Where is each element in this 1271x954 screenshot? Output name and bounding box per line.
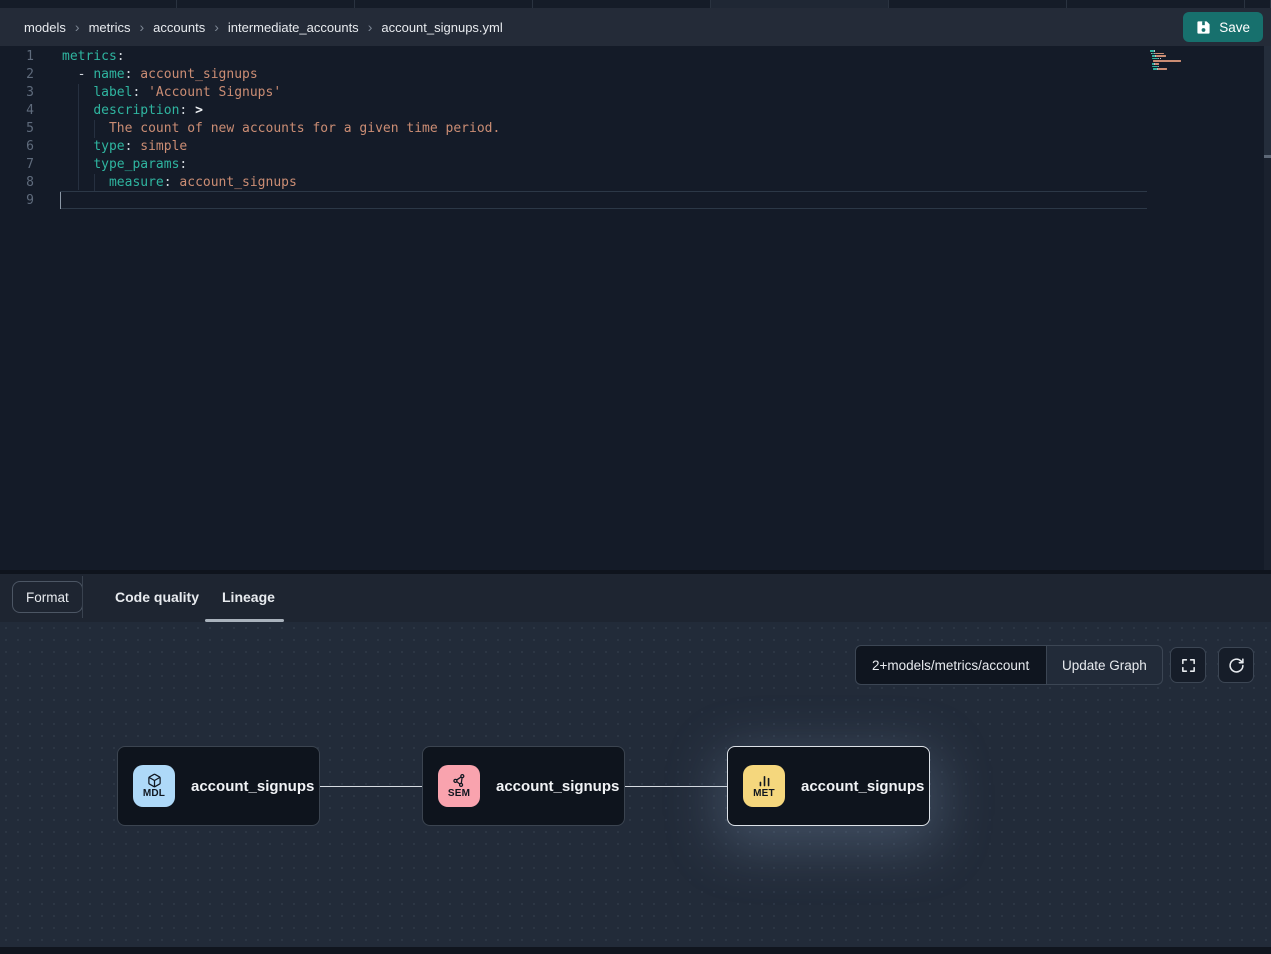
- update-graph-button[interactable]: Update Graph: [1047, 645, 1163, 685]
- refresh-icon: [1228, 657, 1245, 674]
- lineage-edge: [320, 786, 422, 787]
- node-label: account_signups: [496, 778, 619, 795]
- semantic-network-icon: [452, 773, 467, 788]
- lineage-node-sem[interactable]: SEM account_signups: [422, 746, 625, 826]
- lineage-node-mdl[interactable]: MDL account_signups: [117, 746, 320, 826]
- ide-root: models › metrics › accounts › intermediate_acc…: [0, 0, 1271, 954]
- code-editor[interactable]: 123456789 metrics: - name: account_signu…: [0, 46, 1271, 570]
- line-number-gutter: 123456789: [0, 48, 34, 210]
- breadcrumb-item[interactable]: models: [24, 20, 66, 35]
- breadcrumb-item[interactable]: metrics: [89, 20, 131, 35]
- code-line: - name: account_signups: [62, 66, 1147, 84]
- lineage-canvas[interactable]: Update Graph MDL account_signups SEM accoun…: [0, 622, 1271, 954]
- line-number: 4: [0, 102, 34, 120]
- fullscreen-icon: [1180, 657, 1197, 674]
- badge-label: MDL: [143, 788, 165, 800]
- lineage-edge: [625, 786, 727, 787]
- save-label: Save: [1219, 20, 1250, 35]
- editor-tab[interactable]: [355, 0, 533, 8]
- bar-chart-icon: [757, 773, 772, 788]
- line-number: 3: [0, 84, 34, 102]
- panel-header: Format Code quality Lineage: [0, 574, 1271, 622]
- tab-code-quality[interactable]: Code quality: [115, 574, 199, 620]
- line-number: 9: [0, 192, 34, 210]
- met-badge: MET: [743, 765, 785, 807]
- save-icon: [1196, 20, 1211, 35]
- editor-scrollbar[interactable]: [1264, 46, 1271, 570]
- current-line-highlight: [60, 191, 1147, 209]
- tab-lineage[interactable]: Lineage: [222, 574, 275, 620]
- breadcrumb-separator-icon: ›: [75, 19, 80, 35]
- cube-icon: [147, 773, 162, 788]
- line-number: 5: [0, 120, 34, 138]
- node-label: account_signups: [191, 778, 314, 795]
- code-line: measure: account_signups: [62, 174, 1147, 192]
- breadcrumb-item[interactable]: account_signups.yml: [381, 20, 502, 35]
- header-divider: [82, 576, 83, 618]
- code-line: label: 'Account Signups': [62, 84, 1147, 102]
- minimap[interactable]: [1150, 50, 1216, 73]
- badge-label: MET: [753, 788, 775, 800]
- code-line: description: >: [62, 102, 1147, 120]
- editor-tab[interactable]: [711, 0, 889, 8]
- code-line: The count of new accounts for a given ti…: [62, 120, 1147, 138]
- bottom-panel: Format Code quality Lineage Update Graph: [0, 570, 1271, 954]
- editor-tab[interactable]: [889, 0, 1067, 8]
- editor-tab[interactable]: [1067, 0, 1245, 8]
- fullscreen-button[interactable]: [1170, 647, 1206, 683]
- save-button[interactable]: Save: [1183, 12, 1263, 42]
- breadcrumb-item[interactable]: accounts: [153, 20, 205, 35]
- node-label: account_signups: [801, 778, 924, 795]
- breadcrumb-separator-icon: ›: [214, 19, 219, 35]
- code-line: type: simple: [62, 138, 1147, 156]
- breadcrumb-bar: models › metrics › accounts › intermediate_acc…: [0, 8, 1271, 46]
- scrollbar-thumb[interactable]: [1264, 46, 1271, 158]
- code-line: type_params:: [62, 156, 1147, 174]
- lineage-selector-input[interactable]: [855, 645, 1047, 685]
- code-content[interactable]: metrics: - name: account_signups label: …: [62, 48, 1147, 210]
- badge-label: SEM: [448, 788, 470, 800]
- editor-tab[interactable]: [533, 0, 711, 8]
- breadcrumb-item[interactable]: intermediate_accounts: [228, 20, 359, 35]
- line-number: 2: [0, 66, 34, 84]
- sem-badge: SEM: [438, 765, 480, 807]
- format-button[interactable]: Format: [12, 581, 83, 613]
- refresh-button[interactable]: [1218, 647, 1254, 683]
- mdl-badge: MDL: [133, 765, 175, 807]
- line-number: 8: [0, 174, 34, 192]
- editor-tab-strip: [0, 0, 1271, 8]
- lineage-filter-group: Update Graph: [855, 645, 1163, 685]
- line-number: 7: [0, 156, 34, 174]
- breadcrumb-separator-icon: ›: [368, 19, 373, 35]
- editor-tab[interactable]: [1245, 0, 1271, 8]
- editor-tab[interactable]: [177, 0, 355, 8]
- editor-tab[interactable]: [0, 0, 177, 8]
- line-number: 1: [0, 48, 34, 66]
- line-number: 6: [0, 138, 34, 156]
- canvas-bottom-strip: [0, 947, 1271, 954]
- code-line: metrics:: [62, 48, 1147, 66]
- text-cursor: [60, 192, 61, 209]
- breadcrumb: models › metrics › accounts › intermediate_acc…: [24, 19, 503, 35]
- breadcrumb-separator-icon: ›: [139, 19, 144, 35]
- lineage-node-met[interactable]: MET account_signups: [727, 746, 930, 826]
